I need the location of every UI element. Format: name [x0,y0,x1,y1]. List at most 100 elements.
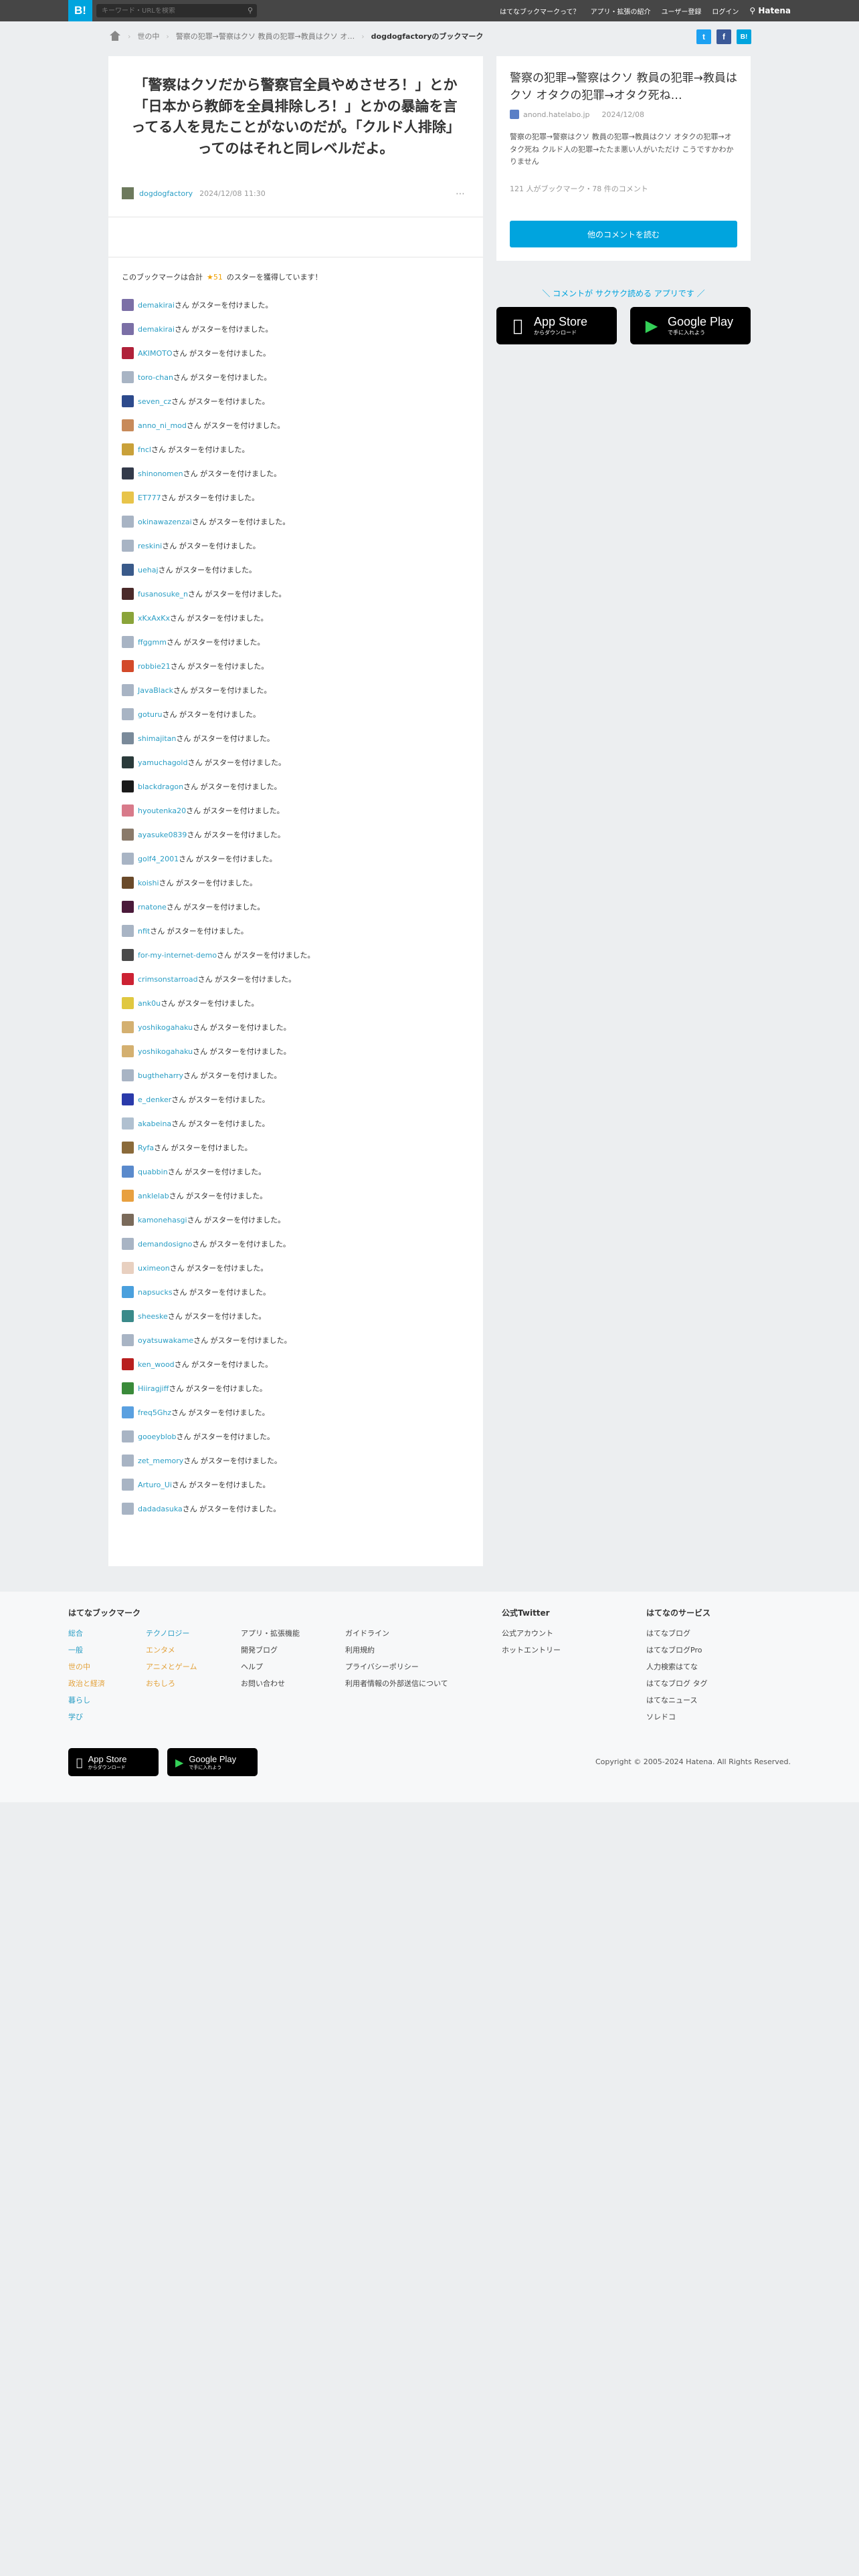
star-user-link[interactable]: anklelab [138,1192,169,1200]
footer-link[interactable]: おもしろ [146,1675,197,1692]
star-user-link[interactable]: fncl [138,445,151,454]
star-user-link[interactable]: uehaj [138,566,159,574]
user-avatar[interactable] [122,1406,134,1418]
user-avatar[interactable] [122,612,134,624]
user-avatar[interactable] [122,684,134,696]
star-user-link[interactable]: okinawazenzai [138,518,192,526]
entry-title[interactable]: 警察の犯罪→警察はクソ 教員の犯罪→教員はクソ オタクの犯罪→オタク死ね… [496,56,751,105]
star-user-link[interactable]: shimajitan [138,734,176,743]
home-icon[interactable] [109,31,121,41]
hatebu-share-icon[interactable]: B! [737,29,751,44]
entry-counts[interactable]: 121 人がブックマーク・78 件のコメント [510,183,648,194]
star-user-link[interactable]: e_denker [138,1095,171,1104]
user-avatar[interactable] [122,443,134,455]
star-user-link[interactable]: for-my-internet-demo [138,951,217,960]
user-avatar[interactable] [122,732,134,744]
star-user-link[interactable]: demakirai [138,301,175,310]
user-avatar[interactable] [122,371,134,383]
footer-link[interactable]: 開発ブログ [241,1642,300,1658]
user-avatar[interactable] [122,1142,134,1154]
footer-link[interactable]: 利用規約 [345,1642,448,1658]
app-store-button[interactable]:  App Storeからダウンロード [496,307,617,344]
star-user-link[interactable]: sheeske [138,1312,168,1321]
star-user-link[interactable]: demandosigno [138,1240,192,1249]
user-avatar[interactable] [122,997,134,1009]
footer-link[interactable]: プライバシーポリシー [345,1658,448,1675]
user-avatar[interactable] [122,780,134,792]
user-avatar[interactable] [122,636,134,648]
user-avatar[interactable] [122,540,134,552]
star-user-link[interactable]: yoshikogahaku [138,1023,193,1032]
user-avatar[interactable] [122,1334,134,1346]
star-user-link[interactable]: toro-chan [138,373,173,382]
facebook-icon[interactable]: f [717,29,731,44]
user-avatar[interactable] [122,829,134,841]
user-avatar[interactable] [122,395,134,407]
footer-link[interactable]: 公式アカウント [502,1625,561,1642]
user-avatar[interactable] [122,949,134,961]
star-user-link[interactable]: zet_memory [138,1457,183,1465]
user-avatar[interactable] [122,1286,134,1298]
bookmark-date[interactable]: 2024/12/08 11:30 [199,189,266,198]
star-user-link[interactable]: JavaBlack [138,686,173,695]
user-avatar[interactable] [122,419,134,431]
user-avatar[interactable] [122,1117,134,1130]
user-avatar[interactable] [122,1430,134,1442]
footer-link[interactable]: ソレドコ [646,1709,710,1725]
star-user-link[interactable]: dadadasuka [138,1505,183,1513]
user-avatar[interactable] [122,1479,134,1491]
footer-link[interactable]: テクノロジー [146,1625,197,1642]
footer-link[interactable]: 世の中 [68,1658,140,1675]
user-avatar[interactable] [122,1045,134,1057]
nav-apps[interactable]: アプリ・拡張の紹介 [591,6,651,16]
user-avatar[interactable] [122,1503,134,1515]
star-user-link[interactable]: AKIMOTO [138,349,173,358]
nav-register[interactable]: ユーザー登録 [662,6,702,16]
read-comments-button[interactable]: 他のコメントを読む [510,221,737,247]
footer-app-store-button[interactable]:  App Storeからダウンロード [68,1748,159,1776]
footer-link[interactable]: 暮らし [68,1692,140,1709]
star-user-link[interactable]: quabbin [138,1168,168,1176]
search-input[interactable] [102,7,235,15]
user-avatar[interactable] [122,588,134,600]
star-user-link[interactable]: xKxAxKx [138,614,170,623]
star-user-link[interactable]: oyatsuwakame [138,1336,193,1345]
footer-link[interactable]: 一般 [68,1642,140,1658]
star-user-link[interactable]: gooeyblob [138,1432,176,1441]
user-avatar[interactable] [122,804,134,817]
footer-link[interactable]: はてなブログPro [646,1642,710,1658]
user-avatar[interactable] [122,925,134,937]
user-avatar[interactable] [122,708,134,720]
footer-link[interactable]: 学び [68,1709,140,1725]
star-user-link[interactable]: shinonomen [138,469,183,478]
footer-google-play-button[interactable]: ▶ Google Play で手に入れよう [167,1748,258,1776]
footer-link[interactable]: ホットエントリー [502,1642,561,1658]
footer-link[interactable]: 政治と経済 [68,1675,140,1692]
footer-link[interactable]: お問い合わせ [241,1675,300,1692]
user-avatar[interactable] [122,1166,134,1178]
user-avatar[interactable] [122,1021,134,1033]
footer-link[interactable]: アプリ・拡張機能 [241,1625,300,1642]
user-avatar[interactable] [122,1093,134,1105]
nav-about[interactable]: はてなブックマークって？ [500,6,580,16]
star-user-link[interactable]: golf4_2001 [138,855,179,863]
user-avatar[interactable] [122,756,134,768]
user-avatar[interactable] [122,516,134,528]
star-user-link[interactable]: ffggmm [138,638,167,647]
twitter-icon[interactable]: t [696,29,711,44]
star-user-link[interactable]: yoshikogahaku [138,1047,193,1056]
user-avatar[interactable] [122,1310,134,1322]
user-avatar[interactable] [122,1069,134,1081]
star-user-link[interactable]: Arturo_Ui [138,1481,172,1489]
user-avatar[interactable] [122,660,134,672]
search-icon[interactable]: ⚲ [248,6,253,15]
user-avatar[interactable] [122,973,134,985]
star-user-link[interactable]: freq5Ghz [138,1408,171,1417]
star-user-link[interactable]: ayasuke0839 [138,831,187,839]
user-avatar[interactable] [122,1382,134,1394]
user-avatar[interactable] [122,1190,134,1202]
star-user-link[interactable]: Ryfa [138,1144,154,1152]
star-user-link[interactable]: yamuchagold [138,758,187,767]
user-avatar[interactable] [122,1214,134,1226]
more-icon[interactable]: ⋯ [456,189,466,199]
